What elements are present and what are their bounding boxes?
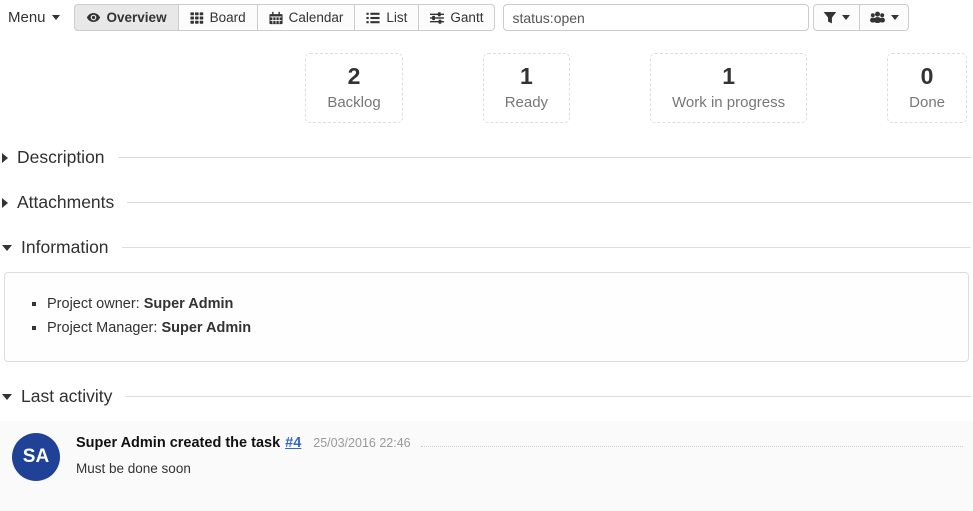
activity-body: Super Admin created the task #4 25/03/20… xyxy=(76,433,963,481)
section-last-activity-title: Last activity xyxy=(21,386,112,407)
stat-done-count: 0 xyxy=(909,62,945,92)
list-icon xyxy=(366,11,380,25)
top-toolbar: Menu Overview Board Calendar List Gantt xyxy=(0,0,973,33)
tab-board[interactable]: Board xyxy=(179,4,258,31)
activity-comment: Must be done soon xyxy=(76,461,963,476)
info-manager-label: Project Manager: xyxy=(47,320,157,336)
tab-calendar[interactable]: Calendar xyxy=(258,4,356,31)
view-switcher: Overview Board Calendar List Gantt xyxy=(74,4,496,31)
tab-calendar-label: Calendar xyxy=(289,10,344,25)
section-divider xyxy=(127,202,971,203)
section-attachments-title: Attachments xyxy=(17,192,114,213)
board-grid-icon xyxy=(190,11,204,25)
list-item: Project Manager: Super Admin xyxy=(47,317,956,341)
activity-timestamp: 25/03/2016 22:46 xyxy=(313,436,410,450)
tab-overview-label: Overview xyxy=(107,10,167,25)
chevron-down-icon xyxy=(842,15,850,20)
tab-board-label: Board xyxy=(210,10,246,25)
activity-event: SA Super Admin created the task #4 25/03… xyxy=(0,421,973,511)
section-description-title: Description xyxy=(17,147,105,168)
avatar: SA xyxy=(12,433,60,481)
users-icon xyxy=(869,10,886,25)
dotted-divider xyxy=(421,446,963,447)
list-item: Project owner: Super Admin xyxy=(47,293,956,317)
eye-icon xyxy=(86,10,101,25)
stat-ready-label: Ready xyxy=(505,92,548,115)
section-attachments[interactable]: Attachments xyxy=(2,192,973,213)
tab-gantt[interactable]: Gantt xyxy=(419,4,495,31)
information-list: Project owner: Super Admin Project Manag… xyxy=(47,293,956,341)
stat-work-in-progress: 1 Work in progress xyxy=(650,53,807,123)
info-manager-value: Super Admin xyxy=(161,320,251,336)
info-owner-value: Super Admin xyxy=(144,296,234,312)
tab-list[interactable]: List xyxy=(355,4,419,31)
menu-dropdown[interactable]: Menu xyxy=(8,9,60,26)
section-description[interactable]: Description xyxy=(2,147,973,168)
expanded-triangle-icon xyxy=(2,394,12,400)
task-link[interactable]: #4 xyxy=(285,435,301,451)
activity-title: Super Admin created the task xyxy=(76,435,280,451)
section-divider xyxy=(122,247,971,248)
sliders-icon xyxy=(430,11,444,25)
expanded-triangle-icon xyxy=(2,245,12,251)
stat-backlog: 2 Backlog xyxy=(305,53,402,123)
stat-wip-label: Work in progress xyxy=(672,92,785,115)
avatar-initials: SA xyxy=(23,446,49,468)
menu-label: Menu xyxy=(8,9,46,26)
stat-backlog-label: Backlog xyxy=(327,92,380,115)
collapsed-triangle-icon xyxy=(2,198,8,208)
column-stats: 2 Backlog 1 Ready 1 Work in progress 0 D… xyxy=(0,53,973,123)
section-divider xyxy=(118,157,971,158)
users-dropdown-button[interactable] xyxy=(860,4,909,31)
filter-dropdown-button[interactable] xyxy=(813,4,860,31)
stat-backlog-count: 2 xyxy=(327,62,380,92)
search-input[interactable] xyxy=(503,4,809,31)
activity-title-row: Super Admin created the task #4 25/03/20… xyxy=(76,435,963,451)
tab-list-label: List xyxy=(386,10,407,25)
collapsed-triangle-icon xyxy=(2,153,8,163)
stat-ready: 1 Ready xyxy=(483,53,570,123)
chevron-down-icon xyxy=(52,15,60,20)
information-panel: Project owner: Super Admin Project Manag… xyxy=(4,272,969,362)
stat-done: 0 Done xyxy=(887,53,967,123)
funnel-icon xyxy=(823,11,837,25)
section-information[interactable]: Information xyxy=(2,237,973,258)
tab-gantt-label: Gantt xyxy=(450,10,483,25)
calendar-icon xyxy=(269,11,283,25)
stat-ready-count: 1 xyxy=(505,62,548,92)
section-divider xyxy=(125,396,971,397)
stat-done-label: Done xyxy=(909,92,945,115)
info-owner-label: Project owner: xyxy=(47,296,140,312)
tab-overview[interactable]: Overview xyxy=(74,4,179,31)
filter-buttons xyxy=(813,4,909,31)
chevron-down-icon xyxy=(891,15,899,20)
section-last-activity[interactable]: Last activity xyxy=(2,386,973,407)
section-information-title: Information xyxy=(21,237,109,258)
stat-wip-count: 1 xyxy=(672,62,785,92)
